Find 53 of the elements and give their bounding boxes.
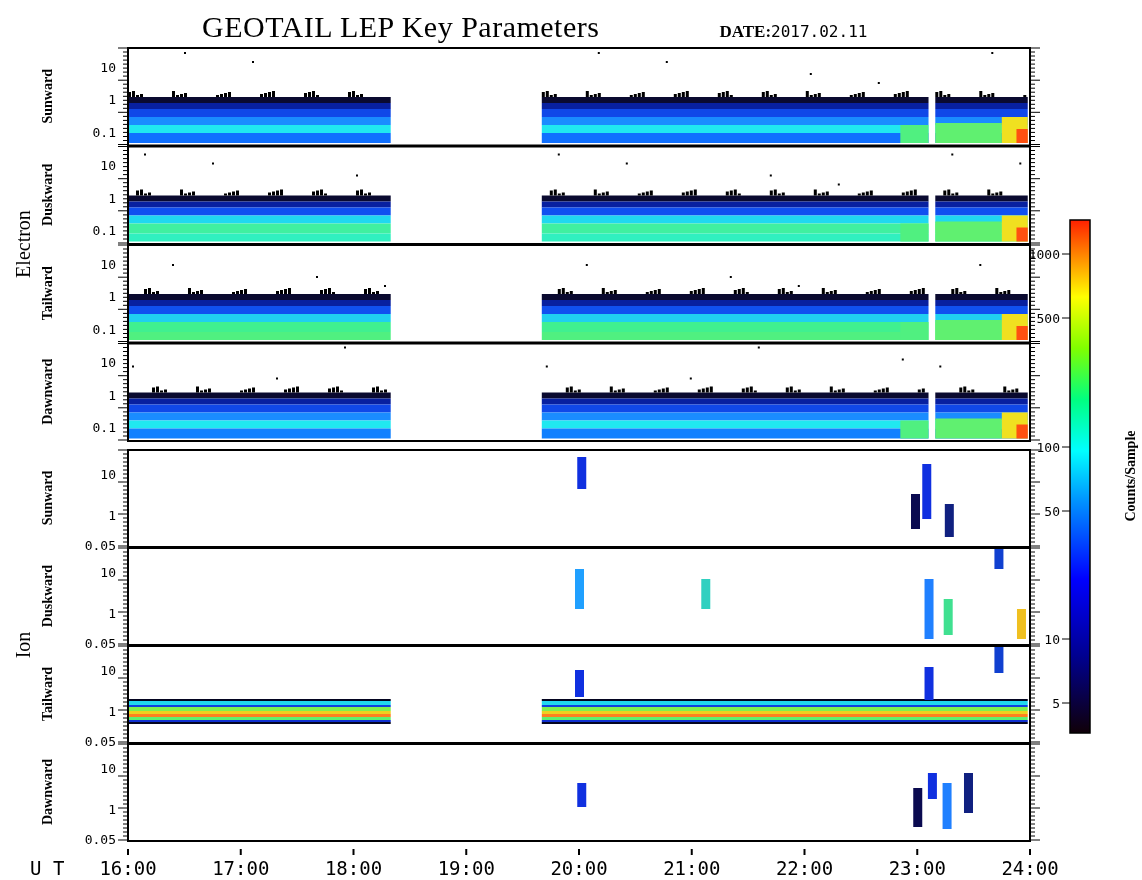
date-label: DATE:2017.02.11	[719, 21, 868, 43]
y-tick-label: 10	[100, 355, 116, 371]
direction-label: Duskward	[40, 163, 55, 226]
y-tick-label: 0.1	[92, 321, 116, 337]
colorbar-tick-label: 100	[1036, 440, 1060, 455]
x-tick-label: 22:00	[775, 857, 834, 879]
y-tick-label: 0.05	[84, 538, 116, 554]
y-tick-label: 10	[100, 59, 116, 75]
colorbar-tick-label: 50	[1044, 504, 1060, 519]
axis-label: U T	[30, 857, 65, 879]
y-tick-label: 1	[108, 507, 116, 523]
y-tick-label: 10	[100, 158, 116, 174]
colorbar-label: Counts/Sample	[1123, 430, 1138, 522]
y-tick-label: 0.05	[84, 734, 116, 750]
colorbar-tick-label: 500	[1036, 311, 1060, 326]
y-tick-label: 0.05	[84, 636, 116, 652]
direction-label: Tailward	[40, 667, 55, 721]
y-tick-label: 1	[108, 92, 116, 108]
x-tick-label: 23:00	[888, 857, 946, 879]
x-tick-label: 17:00	[212, 857, 270, 879]
plot-title: GEOTAIL LEP Key Parameters	[202, 9, 600, 45]
y-tick-label: 0.1	[92, 223, 116, 239]
y-tick-label: 0.1	[92, 124, 116, 140]
y-tick-label: 0.05	[84, 832, 116, 848]
direction-label: Sunward	[40, 69, 55, 124]
x-tick-label: 16:00	[99, 857, 157, 879]
x-tick-label: 21:00	[663, 857, 721, 879]
y-tick-label: 10	[100, 761, 116, 777]
y-tick-label: 1	[108, 703, 116, 719]
species-label: Ion	[12, 631, 34, 659]
direction-label: Sunward	[40, 470, 55, 526]
direction-label: Dawnward	[40, 358, 55, 425]
direction-label: Dawnward	[40, 758, 55, 826]
colorbar-tick-label: 5	[1052, 696, 1060, 711]
y-tick-label: 1	[108, 289, 116, 305]
y-tick-label: 10	[100, 565, 116, 581]
direction-label: Duskward	[40, 564, 55, 628]
x-tick-label: 19:00	[437, 857, 495, 879]
direction-label: Tailward	[40, 266, 55, 321]
y-tick-label: 1	[108, 387, 116, 403]
y-tick-label: 1	[108, 605, 116, 621]
x-tick-label: 20:00	[550, 857, 608, 879]
y-tick-label: 10	[100, 467, 116, 483]
x-tick-label: 24:00	[1001, 857, 1059, 879]
y-tick-label: 10	[100, 256, 116, 272]
y-tick-label: 1	[108, 190, 116, 206]
x-tick-label: 18:00	[324, 857, 383, 879]
y-tick-label: 10	[100, 663, 116, 679]
species-label: Electron	[12, 210, 34, 278]
y-tick-label: 0.1	[92, 420, 116, 436]
colorbar-tick-label: 1000	[1028, 247, 1060, 262]
colorbar-tick-label: 10	[1044, 632, 1060, 647]
y-tick-label: 1	[108, 801, 116, 817]
